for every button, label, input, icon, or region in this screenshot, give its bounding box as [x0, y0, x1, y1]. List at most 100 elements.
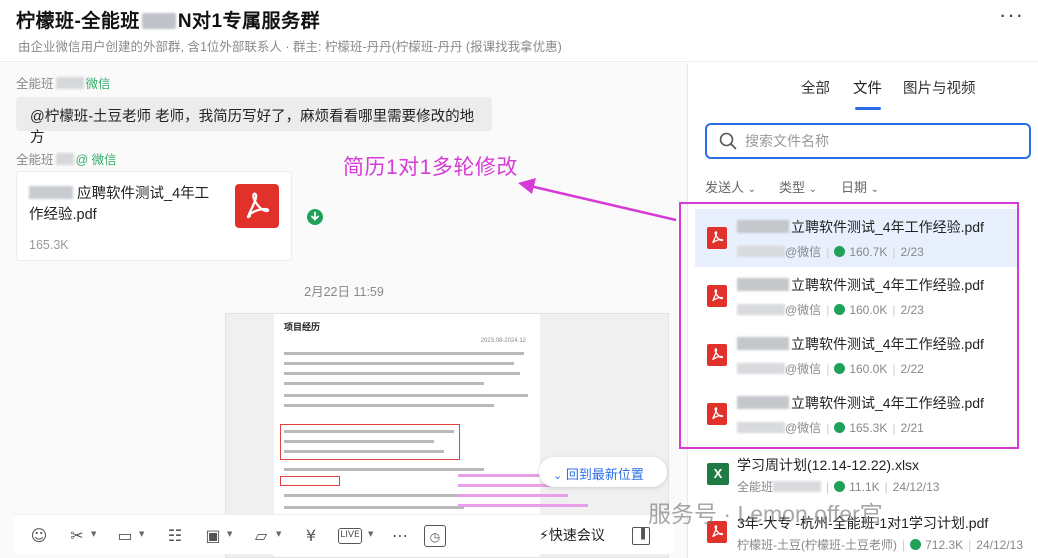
filter-date[interactable]: 日期 ⌄: [841, 177, 879, 196]
chevron-down-icon[interactable]: ▼: [91, 530, 96, 538]
file-search-box[interactable]: [705, 123, 1031, 159]
filter-type-label: 类型: [779, 180, 806, 195]
file-date: 24/12/13: [892, 480, 940, 494]
text-line: [284, 394, 528, 397]
file-date: 2/23: [900, 245, 924, 259]
watermark-text: 服务号 · Lemon offer官: [648, 501, 883, 527]
file-size: 712.3K: [925, 538, 964, 552]
redacted-block: [737, 337, 789, 350]
file-size: 160.0K: [849, 303, 888, 317]
more-circle-icon[interactable]: ⋯: [389, 525, 411, 547]
filter-type[interactable]: 类型 ⌄: [779, 177, 817, 196]
comment-line: [458, 494, 568, 497]
file-size: 11.1K: [849, 480, 880, 494]
redacted-block: [737, 220, 789, 233]
filter-sender-label: 发送人: [705, 180, 745, 195]
tab-all[interactable]: 全部: [801, 77, 830, 98]
folder-icon[interactable]: ▱: [250, 525, 272, 547]
chat-header: 柠檬班-全能班 N对1专属服务群 由企业微信用户创建的外部群, 含1位外部联系人 …: [0, 0, 1038, 62]
excel-icon: X: [707, 463, 729, 485]
annotation-label: 简历1对1多轮修改: [343, 156, 518, 179]
file-size: 160.7K: [849, 245, 888, 259]
file-date: 24/12/13: [976, 538, 1024, 552]
redacted-block: [737, 278, 789, 291]
quick-meeting-button[interactable]: ⚡快速会议: [539, 525, 605, 545]
tab-media[interactable]: 图片与视频: [903, 77, 976, 98]
file-name: 立聘软件测试_4年工作经验.pdf: [737, 334, 984, 354]
search-input[interactable]: [745, 130, 1015, 152]
more-options-button[interactable]: ···: [999, 2, 1024, 28]
chevron-down-icon[interactable]: ▼: [139, 530, 144, 538]
comment-line: [458, 474, 548, 477]
review-markup-box: [280, 476, 340, 486]
clock-screen-icon[interactable]: ◷: [424, 525, 446, 547]
redacted-block: [55, 77, 84, 89]
file-name: 应聘软件测试_4年工作经验.pdf: [29, 184, 219, 226]
wecom-window: 柠檬班-全能班 N对1专属服务群 由企业微信用户创建的外部群, 含1位外部联系人 …: [0, 0, 1038, 558]
file-meta: 柠檬班-土豆(柠檬班-土豆老师) | 712.3K | 24/12/13: [737, 538, 1024, 552]
file-meta: @微信 | 160.0K | 2/22: [737, 360, 924, 377]
input-toolbar: ☺ ✂ ▼ ▭ ▼ ☷ ▣ ▼ ▱ ▼ ¥ LIVE ▼ ⋯ ◷ ⚡快速会议 ▐: [14, 514, 674, 554]
pdf-icon: [707, 403, 727, 425]
wechat-tag: 微信: [85, 77, 111, 91]
image-icon[interactable]: ▭: [114, 525, 136, 547]
text-line: [284, 468, 484, 471]
side-panel-icon[interactable]: ▐: [632, 527, 650, 545]
smile-icon[interactable]: ☺: [28, 525, 50, 547]
file-name: 立聘软件测试_4年工作经验.pdf: [737, 393, 984, 413]
group-title-suffix: N对1专属服务群: [177, 11, 321, 32]
active-tab-indicator: [855, 107, 881, 110]
chevron-down-icon[interactable]: ▼: [368, 530, 373, 538]
doc-icon[interactable]: ☷: [164, 525, 186, 547]
file-name: 学习周计划(12.14-12.22).xlsx: [737, 457, 920, 473]
file-sender: 全能班: [737, 480, 774, 494]
search-icon: [719, 132, 737, 150]
downloaded-icon: [834, 481, 846, 492]
file-name: 立聘软件测试_4年工作经验.pdf: [737, 275, 984, 295]
chevron-down-icon[interactable]: ▼: [276, 530, 281, 538]
downloaded-icon: [834, 246, 846, 257]
file-meta: @微信 | 160.7K | 2/23: [737, 243, 924, 260]
file-sender: @微信: [785, 421, 822, 435]
resume-date: 2023.08-2024.12: [480, 338, 526, 344]
chevron-down-icon[interactable]: ▼: [227, 530, 232, 538]
file-message-card[interactable]: 应聘软件测试_4年工作经验.pdf 165.3K: [16, 171, 292, 261]
redacted-block: [737, 304, 785, 315]
redacted-block: [737, 246, 785, 257]
file-panel: 全部 文件 图片与视频 发送人 ⌄ 类型 ⌄ 日期 ⌄ 立聘软件测试_4年工作经…: [689, 63, 1038, 558]
message-sender: 全能班 @ 微信: [16, 149, 117, 168]
file-size: 165.3K: [29, 238, 69, 252]
scissors-icon[interactable]: ✂: [66, 525, 88, 547]
chat-area[interactable]: 全能班 微信 @柠檬班-土豆老师 老师，我简历写好了，麻烦看看哪里需要修改的地方 …: [0, 63, 688, 558]
file-sender: 柠檬班-土豆(柠檬班-土豆老师): [737, 538, 897, 552]
file-list-item[interactable]: 立聘软件测试_4年工作经验.pdf @微信 | 165.3K | 2/21: [695, 385, 1018, 443]
calendar-check-icon[interactable]: ▣: [202, 525, 224, 547]
yen-icon[interactable]: ¥: [300, 525, 322, 547]
chevron-down-icon: ⌄: [870, 184, 880, 195]
back-to-latest-label: 回到最新位置: [565, 467, 644, 482]
file-size: 160.0K: [849, 362, 888, 376]
file-list-item[interactable]: 立聘软件测试_4年工作经验.pdf @微信 | 160.7K | 2/23: [695, 209, 1018, 267]
file-name-text: 立聘软件测试_4年工作经验.pdf: [791, 219, 984, 235]
live-icon[interactable]: LIVE: [338, 528, 362, 544]
file-list-item[interactable]: 立聘软件测试_4年工作经验.pdf @微信 | 160.0K | 2/22: [695, 326, 1018, 384]
sender-name: 全能班: [16, 153, 54, 167]
filter-sender[interactable]: 发送人 ⌄: [705, 177, 756, 196]
lightning-icon: ⚡: [539, 528, 549, 544]
comment-line: [458, 504, 588, 507]
file-meta: @微信 | 165.3K | 2/21: [737, 419, 924, 436]
back-to-latest-button[interactable]: ⌄ 回到最新位置: [539, 457, 667, 487]
group-subtitle: 由企业微信用户创建的外部群, 含1位外部联系人 · 群主: 柠檬班-丹丹(柠檬班…: [18, 40, 562, 54]
filter-date-label: 日期: [841, 180, 868, 195]
redacted-block: [737, 363, 785, 374]
redacted-block: [55, 153, 74, 165]
file-list-item[interactable]: 立聘软件测试_4年工作经验.pdf @微信 | 160.0K | 2/23: [695, 267, 1018, 325]
group-title-prefix: 柠檬班-全能班: [16, 11, 140, 32]
pdf-icon: [707, 227, 727, 249]
downloaded-icon: [307, 209, 323, 225]
file-sender: @微信: [785, 362, 822, 376]
message-bubble[interactable]: @柠檬班-土豆老师 老师，我简历写好了，麻烦看看哪里需要修改的地方: [16, 97, 492, 146]
downloaded-icon: [834, 304, 846, 315]
tab-files[interactable]: 文件: [853, 77, 882, 98]
message-sender: 全能班 微信: [16, 73, 111, 92]
